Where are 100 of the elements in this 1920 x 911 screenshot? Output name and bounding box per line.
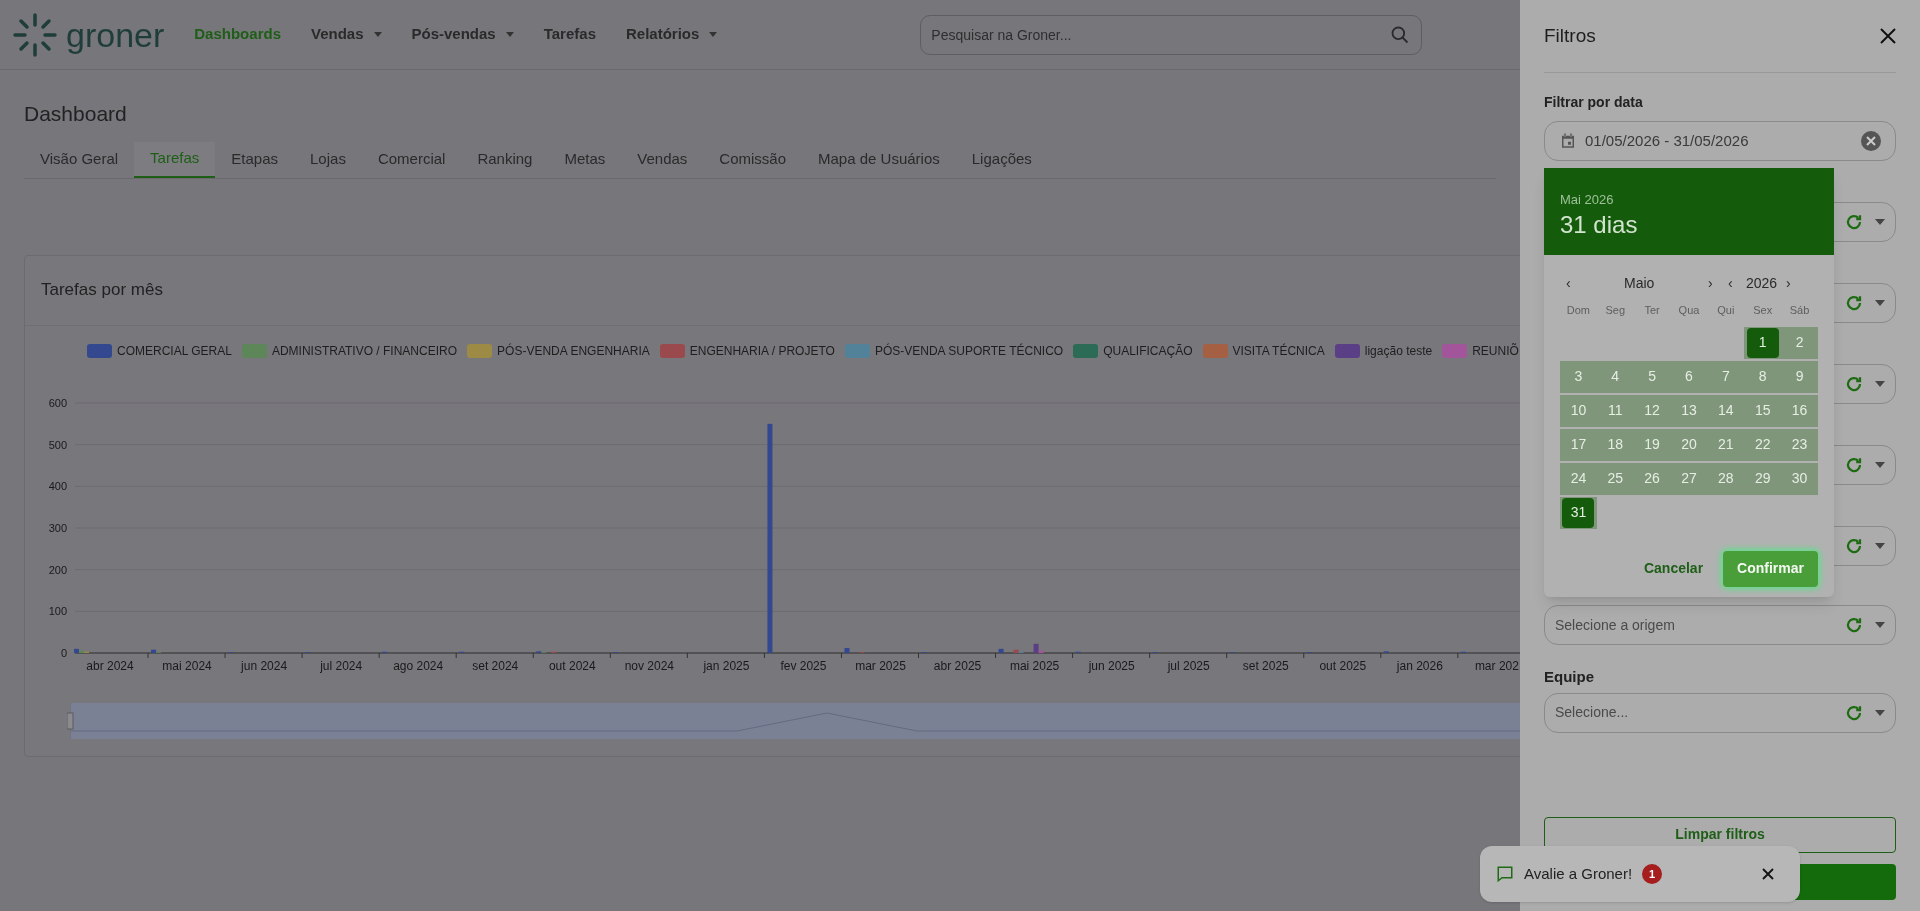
nav-link[interactable]: Pós-vendas [411, 23, 514, 46]
calendar-day[interactable]: 16 [1783, 395, 1816, 426]
nav-link[interactable]: Vendas [311, 23, 382, 46]
date-field[interactable]: 01/05/2026 - 31/05/2026 [1544, 121, 1896, 161]
axis-label: 100 [49, 604, 67, 617]
bar [998, 648, 1004, 653]
refresh-icon [1845, 375, 1863, 393]
tab[interactable]: Tarefas [134, 141, 216, 178]
legend-label[interactable]: COMERCIAL GERAL [117, 341, 232, 360]
tab[interactable]: Metas [548, 141, 622, 178]
axis-label: set 2025 [1242, 658, 1289, 673]
calendar-day[interactable]: 1 [1746, 327, 1779, 358]
nav-link[interactable]: Dashboards [194, 23, 281, 46]
tab[interactable]: Comissão [703, 141, 803, 178]
field-label: Equipe [1544, 667, 1595, 687]
next-month-button[interactable]: › [1708, 273, 1728, 294]
close-icon[interactable] [1880, 28, 1896, 44]
tab[interactable]: Ranking [461, 141, 549, 178]
legend-label[interactable]: QUALIFICAÇÃO [1103, 341, 1193, 360]
logo-icon [12, 11, 58, 58]
chat-icon [1496, 865, 1514, 883]
year-label[interactable]: 2026 [1746, 273, 1786, 294]
calendar-day[interactable]: 3 [1562, 361, 1595, 392]
axis-label: mai 2025 [1009, 658, 1060, 673]
tab[interactable]: Lojas [294, 141, 362, 178]
weekday-label: Ter [1643, 303, 1661, 318]
caret-icon [373, 32, 382, 37]
nav-link[interactable]: Relatórios [626, 23, 718, 46]
caret-icon [1875, 219, 1885, 225]
legend-label[interactable]: PÓS-VENDA SUPORTE TÉCNICO [874, 341, 1064, 360]
tab[interactable]: Mapa de Usuários [802, 141, 956, 178]
calendar-day[interactable]: 31 [1562, 497, 1595, 528]
prev-year-button[interactable]: ‹ [1728, 273, 1746, 294]
select-field[interactable]: Selecione a origem [1544, 605, 1896, 645]
legend-label[interactable]: PÓS-VENDA ENGENHARIA [497, 341, 650, 360]
weekday-label: Qui [1716, 303, 1736, 318]
refresh-icon [1845, 703, 1863, 722]
bar [1383, 650, 1389, 653]
search-field[interactable]: Pesquisar na Groner... [920, 14, 1423, 55]
weekday-label: Sex [1752, 303, 1774, 318]
axis-label: mar 2025 [855, 658, 906, 673]
calendar-day[interactable]: 23 [1783, 429, 1816, 460]
caret-icon [505, 32, 514, 37]
tab[interactable]: Comercial [361, 141, 462, 178]
axis-label: 300 [49, 521, 67, 534]
refresh-icon [1845, 537, 1863, 555]
bar [844, 647, 850, 653]
calendar-day[interactable]: 24 [1562, 463, 1595, 494]
weekday-label: Dom [1565, 303, 1592, 318]
axis-label: fev 2025 [780, 658, 827, 673]
weekday-label: Seg [1604, 303, 1627, 318]
page-title: Dashboard [24, 101, 128, 127]
calendar-day[interactable]: 30 [1783, 463, 1816, 494]
calendar-day[interactable]: 17 [1562, 429, 1595, 460]
axis-label: jun 2025 [1088, 658, 1135, 673]
search-icon [1390, 24, 1411, 45]
select-field[interactable]: Selecione... [1544, 692, 1896, 733]
axis-label: abr 2025 [933, 658, 982, 673]
cancel-button[interactable]: Cancelar [1643, 558, 1704, 579]
legend-label[interactable]: ENGENHARIA / PROJETO [689, 341, 835, 360]
weekday-label: Qua [1677, 303, 1701, 318]
nav-link[interactable]: Tarefas [543, 23, 596, 46]
calendar-day[interactable]: 10 [1562, 395, 1595, 426]
month-label[interactable]: Maio [1624, 273, 1708, 294]
zoom-slider[interactable] [67, 702, 1520, 739]
axis-label: mai 2024 [162, 658, 212, 673]
axis-label: ago 2024 [393, 658, 444, 673]
confirm-button[interactable]: Confirmar [1723, 550, 1818, 587]
weekday-label: Sáb [1788, 303, 1811, 318]
tab[interactable]: Etapas [215, 141, 294, 178]
axis-label: nov 2024 [624, 658, 675, 673]
axis-label: out 2025 [1319, 658, 1367, 673]
calendar-icon [1559, 132, 1577, 150]
axis-label: jan 2025 [703, 658, 750, 673]
next-year-button[interactable]: › [1786, 273, 1791, 294]
tab[interactable]: Ligações [955, 141, 1048, 178]
caret-icon [1875, 622, 1885, 628]
caret-icon [1875, 462, 1885, 468]
axis-label: 400 [49, 479, 67, 492]
clear-icon[interactable] [1861, 131, 1881, 151]
axis-label: abr 2024 [86, 658, 134, 673]
prev-month-button[interactable]: ‹ [1566, 273, 1580, 294]
picker-subtitle: Mai 2026 [1560, 191, 1614, 209]
calendar-day[interactable]: 9 [1783, 361, 1816, 392]
legend-label[interactable]: REUNIÕ [1472, 341, 1519, 360]
refresh-icon [1845, 456, 1863, 474]
axis-label: 0 [60, 646, 67, 659]
tab[interactable]: Visão Geral [24, 141, 135, 178]
axis-label: jul 2025 [1167, 658, 1210, 673]
caret-icon [1875, 300, 1885, 306]
toast-text: Avalie a Groner! [1524, 863, 1633, 884]
calendar-day[interactable]: 2 [1783, 327, 1816, 358]
close-icon[interactable] [1762, 868, 1774, 880]
axis-label: 200 [49, 563, 67, 576]
legend-label[interactable]: ADMINISTRATIVO / FINANCEIRO [271, 341, 458, 360]
legend-label[interactable]: VISITA TÉCNICA [1232, 341, 1325, 360]
axis-label: set 2024 [472, 658, 519, 673]
legend-label[interactable]: ligação teste [1364, 341, 1433, 360]
caret-icon [1875, 709, 1885, 716]
tab[interactable]: Vendas [621, 141, 704, 178]
